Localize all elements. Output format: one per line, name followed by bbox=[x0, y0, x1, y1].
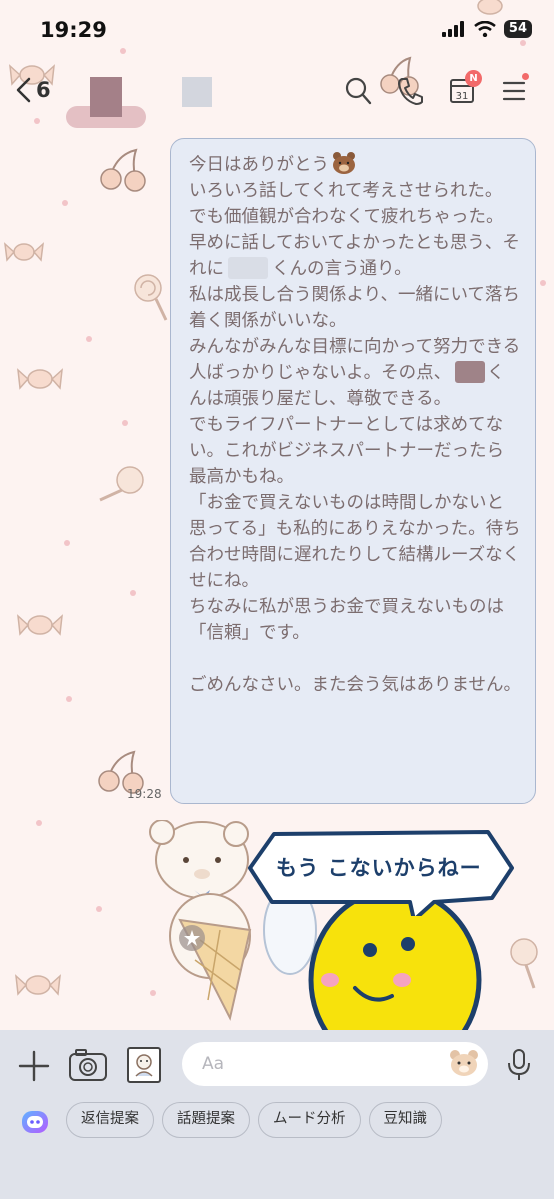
add-button[interactable] bbox=[18, 1050, 50, 1082]
redacted-name bbox=[455, 361, 486, 383]
calendar-button[interactable]: 31 N bbox=[449, 70, 482, 108]
candy-icon bbox=[15, 974, 61, 996]
mic-icon bbox=[508, 1049, 530, 1080]
camera-button[interactable] bbox=[68, 1048, 108, 1086]
message-text: いろいろ話してくれて考えさせられた。 bbox=[189, 181, 503, 201]
message-text: ちなみに私が思うお金で買えないものは「信頼」です。 bbox=[189, 597, 504, 643]
candy-icon bbox=[17, 614, 63, 636]
suggestion-chips: 返信提案 話題提案 ムード分析 豆知識 bbox=[66, 1102, 442, 1138]
signal-icon bbox=[441, 21, 464, 37]
photo-button[interactable] bbox=[126, 1046, 162, 1088]
message-line: みんながみんな目標に向かって努力できる人ばっかりじゃないよ。その点、 くんは頑張り… bbox=[189, 334, 521, 412]
suggestion-trivia[interactable]: 豆知識 bbox=[368, 1102, 442, 1138]
message-text: でもライフパートナーとしては求めてない。これがビジネスパートナーだったら最高かも… bbox=[189, 415, 504, 487]
status-time: 19:29 bbox=[40, 18, 107, 42]
cherry-icon bbox=[100, 148, 146, 192]
wallpaper-dot bbox=[96, 906, 102, 912]
wallpaper-dot bbox=[540, 280, 546, 286]
lollipop-icon bbox=[99, 466, 144, 502]
call-button[interactable] bbox=[396, 76, 424, 110]
battery-indicator: 54 bbox=[503, 20, 532, 38]
plus-icon bbox=[18, 1050, 50, 1082]
wallpaper-dot bbox=[62, 200, 68, 206]
redacted-name bbox=[228, 257, 268, 279]
search-icon bbox=[345, 77, 372, 105]
mic-button[interactable] bbox=[506, 1048, 532, 1086]
notification-badge: N bbox=[465, 70, 482, 87]
wallpaper-dot bbox=[86, 336, 92, 342]
message-text: くんの言う通り。 bbox=[272, 259, 412, 279]
message-text: でも価値観が合わなくて疲れちゃった。 bbox=[189, 207, 504, 227]
wallpaper-dot bbox=[36, 820, 42, 826]
ai-assistant-icon[interactable] bbox=[20, 1108, 50, 1136]
redacted-name bbox=[90, 77, 122, 117]
photo-icon bbox=[127, 1047, 161, 1083]
phone-icon bbox=[398, 78, 423, 105]
message-text: 私は成長し合う関係より、一緒にいて落ち着く関係がいいな。 bbox=[189, 285, 520, 331]
back-button[interactable]: 6 bbox=[14, 76, 51, 104]
bear-emoji-icon bbox=[333, 152, 355, 174]
wallpaper-dot bbox=[122, 420, 128, 426]
message-line: 早めに話しておいてよかったとも思う、それに くんの言う通り。 bbox=[189, 230, 521, 282]
wallpaper-dot bbox=[64, 540, 70, 546]
menu-icon bbox=[502, 81, 526, 101]
message-input[interactable] bbox=[182, 1042, 488, 1086]
message-spacer bbox=[189, 646, 521, 672]
wallpaper-dot bbox=[66, 696, 72, 702]
sticker-text: もう こないからねー bbox=[276, 856, 482, 880]
svg-text:31: 31 bbox=[456, 91, 469, 102]
emoji-button[interactable] bbox=[448, 1048, 480, 1082]
input-area: 返信提案 話題提案 ムード分析 豆知識 bbox=[0, 1030, 554, 1199]
candy-icon bbox=[17, 368, 63, 390]
message-line: 今日はありがとう bbox=[189, 151, 521, 178]
message-text: 「お金で買えないものは時間しかないと思ってる」も私的にありえなかった。待ち合わせ… bbox=[189, 493, 521, 591]
search-button[interactable] bbox=[344, 76, 372, 110]
message-bubble[interactable]: 今日はありがとう いろいろ話してくれて考えさせられた。 でも価値観が合わなくて疲… bbox=[170, 138, 536, 804]
message-timestamp: 19:28 bbox=[127, 787, 162, 801]
wifi-icon bbox=[474, 21, 496, 37]
camera-icon bbox=[69, 1049, 107, 1081]
wallpaper-dot bbox=[130, 590, 136, 596]
unread-count: 6 bbox=[36, 78, 51, 102]
suggestion-reply[interactable]: 返信提案 bbox=[66, 1102, 154, 1138]
menu-button[interactable] bbox=[502, 73, 529, 108]
message-text: 今日はありがとう bbox=[189, 155, 329, 175]
message-text: ごめんなさい。また会う気はありません。 bbox=[189, 675, 521, 695]
chat-header: 6 31 N bbox=[0, 62, 554, 128]
status-bar: 19:29 54 bbox=[0, 0, 554, 52]
status-icons: 54 bbox=[441, 20, 532, 38]
lollipop-icon bbox=[134, 274, 168, 321]
notification-dot bbox=[522, 73, 529, 80]
redacted-name bbox=[182, 77, 212, 107]
suggestion-topic[interactable]: 話題提案 bbox=[162, 1102, 250, 1138]
bear-emoji-icon bbox=[450, 1050, 478, 1076]
back-icon bbox=[16, 77, 31, 103]
suggestion-mood[interactable]: ムード分析 bbox=[258, 1102, 361, 1138]
candy-icon bbox=[4, 242, 44, 262]
